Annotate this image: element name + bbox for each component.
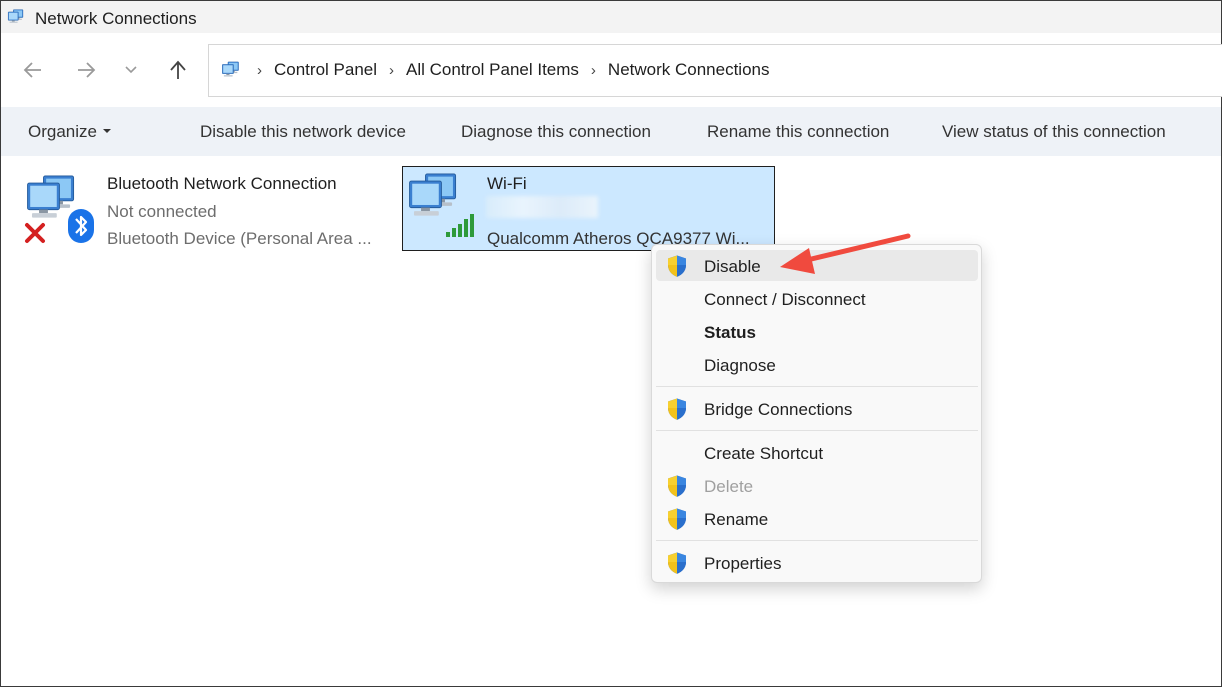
context-menu: Disable Connect / Disconnect Status Diag… (651, 244, 982, 583)
back-arrow-icon (23, 62, 41, 78)
uac-shield-icon (665, 551, 689, 575)
breadcrumb-separator[interactable]: › (389, 62, 394, 79)
bluetooth-connection-item[interactable]: Bluetooth Network Connection Not connect… (22, 170, 382, 250)
breadcrumb-control-panel[interactable]: Control Panel (274, 60, 377, 80)
up-button[interactable] (163, 55, 193, 85)
disconnected-x-icon (25, 223, 45, 243)
menu-item-label: Disable (704, 257, 761, 276)
bluetooth-icon (68, 209, 94, 243)
network-connections-icon (221, 60, 243, 80)
organize-button[interactable]: Organize (28, 122, 111, 142)
menu-item-create-shortcut[interactable]: Create Shortcut (656, 437, 978, 468)
connection-device: Bluetooth Device (Personal Area ... (107, 229, 372, 248)
menu-item-bridge-connections[interactable]: Bridge Connections (656, 393, 978, 424)
menu-item-label: Bridge Connections (704, 400, 853, 419)
dropdown-caret-icon (102, 128, 111, 133)
diagnose-connection-button[interactable]: Diagnose this connection (461, 122, 651, 142)
menu-item-label: Properties (704, 554, 782, 573)
breadcrumb: › Control Panel › All Control Panel Item… (257, 60, 782, 80)
title-bar: Network Connections (1, 1, 1221, 33)
menu-item-label: Connect / Disconnect (704, 290, 866, 309)
window-title: Network Connections (35, 9, 197, 28)
menu-item-status[interactable]: Status (656, 316, 978, 347)
organize-label: Organize (28, 122, 97, 141)
recent-locations-button[interactable] (116, 55, 146, 85)
menu-item-label: Delete (704, 477, 754, 496)
connection-name: Bluetooth Network Connection (107, 174, 337, 193)
menu-item-label: Rename (704, 510, 769, 529)
blurred-network-name (486, 196, 598, 218)
breadcrumb-separator[interactable]: › (591, 62, 596, 79)
menu-item-label: Create Shortcut (704, 444, 824, 463)
view-status-button[interactable]: View status of this connection (942, 122, 1166, 142)
rename-connection-button[interactable]: Rename this connection (707, 122, 889, 142)
connection-name: Wi-Fi (487, 174, 527, 193)
disable-device-button[interactable]: Disable this network device (200, 122, 406, 142)
uac-shield-icon (665, 474, 689, 498)
navigation-bar: › Control Panel › All Control Panel Item… (1, 33, 1222, 107)
uac-shield-icon (665, 397, 689, 421)
menu-separator (656, 430, 978, 431)
menu-item-diagnose[interactable]: Diagnose (656, 349, 978, 380)
signal-strength-icon (446, 214, 474, 237)
back-button[interactable] (18, 55, 48, 85)
breadcrumb-network-connections[interactable]: Network Connections (608, 60, 770, 80)
menu-item-rename[interactable]: Rename (656, 503, 978, 534)
command-bar: Organize Disable this network device Dia… (1, 107, 1221, 156)
forward-button[interactable] (71, 55, 101, 85)
uac-shield-icon (665, 507, 689, 531)
menu-item-delete[interactable]: Delete (656, 470, 978, 501)
connection-status: Not connected (107, 202, 217, 221)
uac-shield-icon (665, 254, 689, 278)
breadcrumb-all-control-panel-items[interactable]: All Control Panel Items (406, 60, 579, 80)
menu-item-label: Status (704, 323, 756, 342)
menu-separator (656, 540, 978, 541)
network-connections-icon (7, 8, 27, 26)
chevron-down-icon (125, 66, 137, 74)
up-arrow-icon (170, 60, 186, 79)
menu-separator (656, 386, 978, 387)
address-bar[interactable]: › Control Panel › All Control Panel Item… (208, 44, 1222, 97)
annotation-arrow-icon (780, 233, 911, 274)
forward-arrow-icon (78, 62, 96, 78)
breadcrumb-separator[interactable]: › (257, 62, 262, 79)
menu-item-properties[interactable]: Properties (656, 547, 978, 578)
menu-item-label: Diagnose (704, 356, 776, 375)
menu-item-connect-disconnect[interactable]: Connect / Disconnect (656, 283, 978, 314)
